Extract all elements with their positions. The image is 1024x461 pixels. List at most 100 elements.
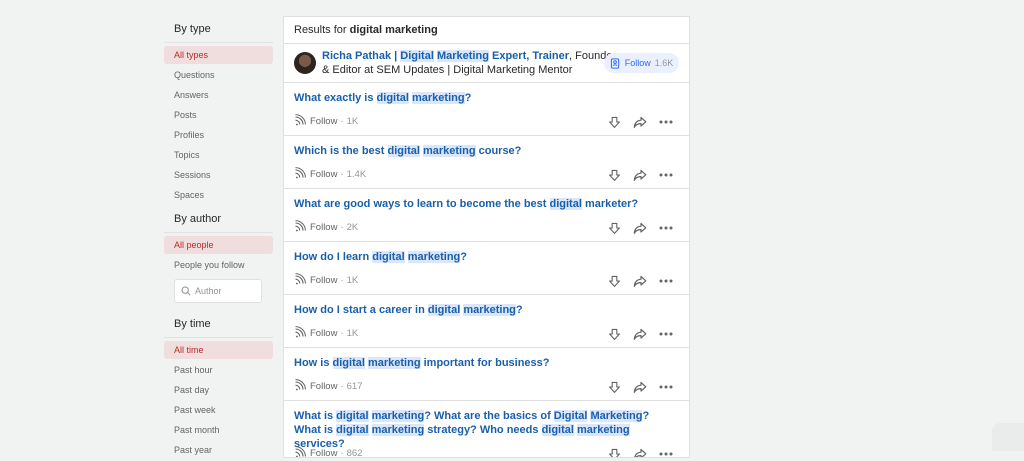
- filter-profiles[interactable]: Profiles: [164, 126, 273, 144]
- follow-profile-count: 1.6K: [654, 58, 674, 68]
- more-options-icon[interactable]: [653, 167, 679, 183]
- follow-question-button[interactable]: Follow: [310, 448, 337, 457]
- question-title-link[interactable]: How do I start a career in digital marke…: [294, 303, 679, 317]
- results-query: digital marketing: [349, 24, 438, 36]
- question-row: How do I learn digital marketing? Follow ·…: [284, 242, 689, 295]
- share-icon[interactable]: [627, 167, 653, 183]
- question-title-part: digital: [541, 424, 574, 436]
- filter-all-people[interactable]: All people: [164, 236, 273, 254]
- question-title-part: marketing: [371, 424, 425, 436]
- filter-spaces[interactable]: Spaces: [164, 186, 273, 204]
- question-title-part: digital: [332, 357, 365, 369]
- question-actions: [601, 379, 679, 395]
- downvote-icon[interactable]: [601, 114, 627, 130]
- question-row: How is digital marketing important for b…: [284, 348, 689, 401]
- author-filter-input[interactable]: Author: [174, 279, 262, 303]
- question-title-link[interactable]: Which is the best digital marketing cour…: [294, 144, 679, 158]
- follow-question-button[interactable]: Follow: [310, 169, 337, 180]
- question-title-part: What are good ways to learn to become th…: [294, 198, 550, 210]
- share-icon[interactable]: [627, 379, 653, 395]
- profile-name[interactable]: Richa Pathak | Digital Marketing Expert,…: [322, 50, 569, 62]
- filter-past-week[interactable]: Past week: [164, 401, 273, 419]
- question-actions: [601, 167, 679, 183]
- filter-past-year[interactable]: Past year: [164, 441, 273, 459]
- filter-topics[interactable]: Topics: [164, 146, 273, 164]
- separator-dot: ·: [340, 116, 344, 127]
- question-title-link[interactable]: How do I learn digital marketing?: [294, 250, 679, 264]
- question-row: How do I start a career in digital marke…: [284, 295, 689, 348]
- share-icon[interactable]: [627, 273, 653, 289]
- filter-past-day[interactable]: Past day: [164, 381, 273, 399]
- filter-all-time[interactable]: All time: [164, 341, 273, 359]
- filter-sessions[interactable]: Sessions: [164, 166, 273, 184]
- question-follow-footer: Follow · 2K: [294, 220, 358, 235]
- question-title-part: ?: [460, 251, 467, 263]
- profile-name-part: Expert, Trainer: [488, 50, 570, 62]
- follow-question-button[interactable]: Follow: [310, 328, 337, 339]
- question-title-part: marketing: [463, 304, 516, 316]
- profile-result[interactable]: Richa Pathak | Digital Marketing Expert,…: [284, 44, 689, 83]
- more-options-icon[interactable]: [653, 114, 679, 130]
- question-title-link[interactable]: How is digital marketing important for b…: [294, 356, 679, 370]
- downvote-icon[interactable]: [601, 273, 627, 289]
- follower-count: 1K: [346, 328, 359, 339]
- rss-follow-icon[interactable]: [294, 326, 306, 341]
- share-icon[interactable]: [627, 114, 653, 130]
- rss-follow-icon[interactable]: [294, 167, 306, 182]
- filter-people-you-follow[interactable]: People you follow: [164, 256, 273, 274]
- question-title-part: Marketing: [590, 410, 643, 422]
- filter-questions[interactable]: Questions: [164, 66, 273, 84]
- more-options-icon[interactable]: [653, 273, 679, 289]
- profile-name-part: Richa Pathak |: [322, 50, 401, 62]
- share-icon[interactable]: [627, 446, 653, 457]
- rss-follow-icon[interactable]: [294, 220, 306, 235]
- more-options-icon[interactable]: [653, 326, 679, 342]
- profile-text: Richa Pathak | Digital Marketing Expert,…: [322, 49, 618, 77]
- more-options-icon[interactable]: [653, 379, 679, 395]
- downvote-icon[interactable]: [601, 326, 627, 342]
- profile-name-part: Marketing: [436, 50, 489, 62]
- question-title-part: How do I learn: [294, 251, 373, 263]
- filter-all-types[interactable]: All types: [164, 46, 273, 64]
- more-options-icon[interactable]: [653, 220, 679, 236]
- question-follow-footer: Follow · 1K: [294, 273, 358, 288]
- question-title-part: marketing: [412, 92, 465, 104]
- follow-question-button[interactable]: Follow: [310, 116, 337, 127]
- rss-follow-icon[interactable]: [294, 379, 306, 394]
- downvote-icon[interactable]: [601, 446, 627, 457]
- follow-profile-label: Follow: [624, 58, 651, 68]
- share-icon[interactable]: [627, 326, 653, 342]
- by-author-title: By author: [164, 206, 273, 233]
- rss-follow-icon[interactable]: [294, 273, 306, 288]
- filter-past-month[interactable]: Past month: [164, 421, 273, 439]
- question-title-part: Digital: [553, 410, 588, 422]
- question-follow-footer: Follow · 617: [294, 379, 362, 394]
- rss-follow-icon[interactable]: [294, 446, 306, 457]
- share-icon[interactable]: [627, 220, 653, 236]
- avatar[interactable]: [294, 52, 316, 74]
- downvote-icon[interactable]: [601, 220, 627, 236]
- follow-question-button[interactable]: Follow: [310, 381, 337, 392]
- question-title-link[interactable]: What are good ways to learn to become th…: [294, 197, 679, 211]
- more-options-icon[interactable]: [653, 446, 679, 457]
- filter-posts[interactable]: Posts: [164, 106, 273, 124]
- filter-past-hour[interactable]: Past hour: [164, 361, 273, 379]
- by-time-list: All time Past hour Past day Past week Past m…: [164, 341, 273, 459]
- downvote-icon[interactable]: [601, 379, 627, 395]
- rss-follow-icon[interactable]: [294, 114, 306, 129]
- question-title-part: Which is the best: [294, 145, 388, 157]
- by-type-title: By type: [164, 16, 273, 43]
- question-title-part: digital: [427, 304, 461, 316]
- downvote-icon[interactable]: [601, 167, 627, 183]
- follow-question-button[interactable]: Follow: [310, 222, 337, 233]
- question-title-part: marketing: [371, 410, 425, 422]
- follower-count: 617: [346, 381, 363, 392]
- question-title-link[interactable]: What exactly is digital marketing?: [294, 91, 679, 105]
- question-title-part: ? What are the basics of: [424, 410, 554, 422]
- follower-count: 862: [346, 448, 363, 458]
- filter-answers[interactable]: Answers: [164, 86, 273, 104]
- question-title-link[interactable]: What is digital marketing? What are the …: [294, 409, 679, 451]
- search-filters-sidebar: By type All types Questions Answers Posts Pr…: [164, 16, 273, 461]
- follow-question-button[interactable]: Follow: [310, 275, 337, 286]
- follow-profile-button[interactable]: Follow 1.6K: [604, 53, 679, 73]
